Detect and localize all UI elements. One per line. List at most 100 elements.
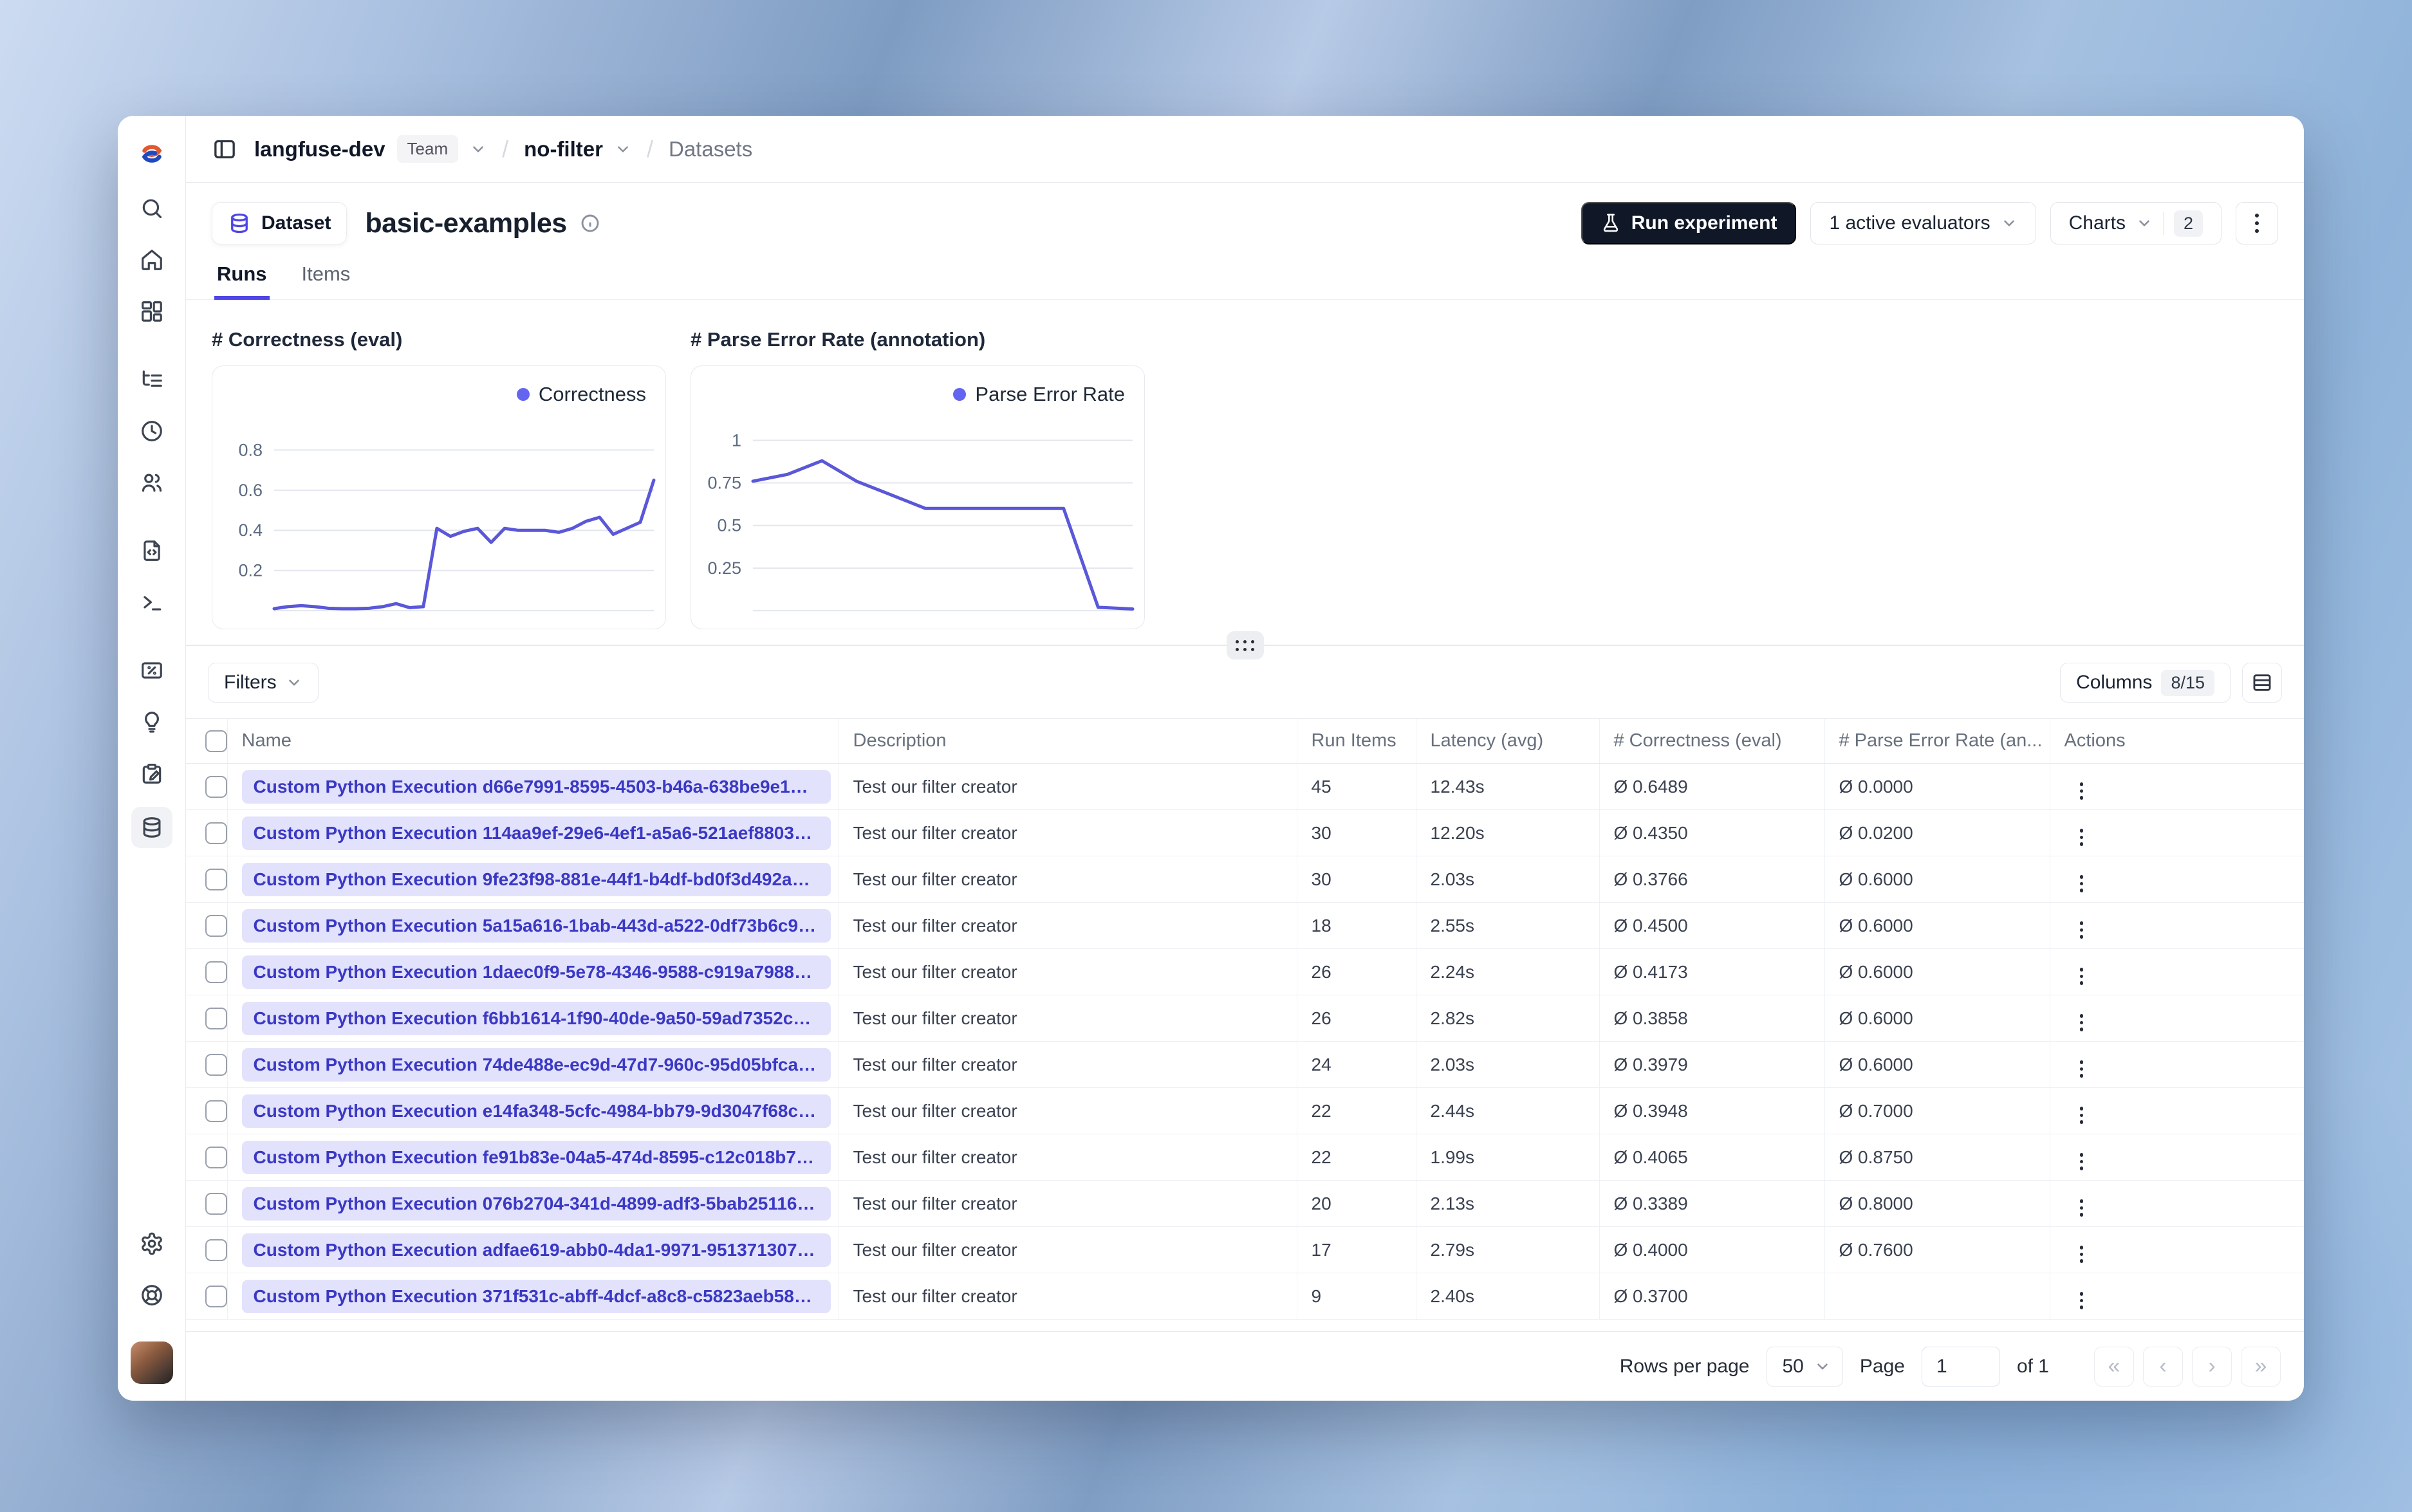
run-name-link[interactable]: Custom Python Execution fe91b83e-04a5-47… (241, 1140, 831, 1174)
last-page-button[interactable]: » (2241, 1346, 2281, 1387)
run-name-link[interactable]: Custom Python Execution 9fe23f98-881e-44… (241, 862, 831, 896)
row-checkbox[interactable] (205, 1007, 227, 1029)
row-actions-button[interactable] (2076, 825, 2088, 850)
button-divider (2162, 212, 2164, 235)
prev-page-button[interactable]: ‹ (2143, 1346, 2183, 1387)
row-checkbox[interactable] (205, 868, 227, 890)
annotation-clipboard-pen-icon[interactable] (138, 759, 166, 788)
run-name-link[interactable]: Custom Python Execution 076b2704-341d-48… (241, 1186, 831, 1221)
row-actions-button[interactable] (2076, 1242, 2088, 1267)
column-header-run-items[interactable]: Run Items (1296, 718, 1416, 764)
prompts-file-code-icon[interactable] (138, 537, 166, 565)
rows-per-page-select[interactable]: 50 (1766, 1346, 1843, 1387)
row-actions-button[interactable] (2076, 1288, 2088, 1313)
sidebar-toggle-icon[interactable] (212, 136, 237, 162)
row-checkbox[interactable] (205, 1192, 227, 1215)
row-checkbox[interactable] (205, 914, 227, 937)
select-all-checkbox[interactable] (205, 730, 227, 752)
row-actions-button[interactable] (2076, 1056, 2088, 1082)
filters-button[interactable]: Filters (208, 663, 319, 703)
column-header-correctness[interactable]: # Correctness (eval) (1599, 718, 1824, 764)
run-name-link[interactable]: Custom Python Execution adfae619-abb0-4d… (241, 1233, 831, 1267)
column-header-parse-error[interactable]: # Parse Error Rate (an... (1824, 718, 2050, 764)
drag-handle[interactable] (1226, 631, 1264, 659)
row-checkbox[interactable] (205, 775, 227, 798)
support-lifebuoy-icon[interactable] (138, 1281, 166, 1309)
datasets-database-icon[interactable] (131, 807, 172, 848)
parse-error-value: Ø 0.7000 (1824, 1087, 2050, 1134)
users-icon[interactable] (138, 468, 166, 497)
row-actions-button[interactable] (2076, 917, 2088, 943)
run-name-link[interactable]: Custom Python Execution 114aa9ef-29e6-4e… (241, 816, 831, 850)
playground-terminal-icon[interactable] (138, 588, 166, 616)
row-actions-button[interactable] (2076, 1010, 2088, 1035)
tab-items[interactable]: Items (299, 263, 353, 299)
tracing-icon[interactable] (138, 365, 166, 394)
breadcrumb-project[interactable]: no-filter (524, 137, 603, 161)
breadcrumb-org[interactable]: langfuse-dev (254, 137, 385, 161)
row-checkbox[interactable] (205, 1239, 227, 1261)
run-name-link[interactable]: Custom Python Execution 5a15a616-1bab-44… (241, 908, 831, 943)
row-checkbox[interactable] (205, 961, 227, 983)
page-title: basic-examples (365, 207, 567, 239)
table-row: Custom Python Execution 371f531c-abff-4d… (186, 1273, 2304, 1320)
row-actions-button[interactable] (2076, 964, 2088, 989)
info-icon[interactable] (580, 213, 600, 234)
settings-gear-icon[interactable] (138, 1230, 166, 1258)
evaluators-screen-icon[interactable] (138, 656, 166, 685)
run-experiment-button[interactable]: Run experiment (1581, 202, 1797, 244)
run-name-link[interactable]: Custom Python Execution e14fa348-5cfc-49… (241, 1094, 831, 1128)
row-checkbox[interactable] (205, 822, 227, 844)
active-evaluators-button[interactable]: 1 active evaluators (1810, 202, 2036, 244)
row-actions-button[interactable] (2076, 1195, 2088, 1221)
row-checkbox[interactable] (205, 1100, 227, 1122)
home-icon[interactable] (138, 246, 166, 274)
charts-toggle-button[interactable]: Charts 2 (2050, 202, 2222, 244)
row-actions-button[interactable] (2076, 871, 2088, 896)
user-avatar[interactable] (130, 1341, 173, 1384)
run-description: Test our filter creator (838, 902, 1297, 949)
column-header-latency[interactable]: Latency (avg) (1415, 718, 1599, 764)
svg-text:0.75: 0.75 (707, 474, 741, 493)
column-header-name[interactable]: Name (227, 718, 839, 764)
latency-value: 2.03s (1415, 1041, 1599, 1088)
columns-button[interactable]: Columns 8/15 (2060, 663, 2231, 703)
database-icon (231, 213, 248, 234)
page-number-input[interactable] (1921, 1346, 2000, 1387)
run-name-link[interactable]: Custom Python Execution d66e7991-8595-45… (241, 770, 831, 804)
sessions-clock-icon[interactable] (138, 417, 166, 445)
row-checkbox[interactable] (205, 1053, 227, 1076)
correctness-value: Ø 0.3948 (1599, 1087, 1824, 1134)
active-evaluators-label: 1 active evaluators (1829, 212, 1990, 234)
chevron-down-icon[interactable] (615, 141, 631, 158)
row-checkbox[interactable] (205, 1146, 227, 1168)
first-page-button[interactable]: « (2094, 1346, 2134, 1387)
top-bar: langfuse-dev Team / no-filter / Datasets (186, 116, 2304, 183)
run-name-link[interactable]: Custom Python Execution f6bb1614-1f90-40… (241, 1001, 831, 1035)
search-icon[interactable] (138, 194, 166, 223)
dashboard-icon[interactable] (138, 297, 166, 326)
latency-value: 2.03s (1415, 856, 1599, 903)
table-row: Custom Python Execution 9fe23f98-881e-44… (186, 856, 2304, 903)
run-name-link[interactable]: Custom Python Execution 74de488e-ec9d-47… (241, 1047, 831, 1082)
next-page-button[interactable]: › (2192, 1346, 2232, 1387)
page-content: Dataset basic-examples Run experiment 1 … (186, 183, 2304, 1401)
row-actions-button[interactable] (2076, 1149, 2088, 1174)
run-items-value: 26 (1296, 948, 1416, 995)
row-actions-button[interactable] (2076, 779, 2088, 804)
run-name-link[interactable]: Custom Python Execution 371f531c-abff-4d… (241, 1279, 831, 1313)
run-items-value: 45 (1296, 763, 1416, 810)
breadcrumb-section[interactable]: Datasets (669, 137, 752, 161)
svg-text:0.6: 0.6 (238, 481, 263, 500)
more-actions-button[interactable] (2236, 202, 2278, 244)
run-description: Test our filter creator (838, 809, 1297, 856)
column-header-description[interactable]: Description (838, 718, 1297, 764)
chevron-down-icon[interactable] (470, 141, 487, 158)
run-name-link[interactable]: Custom Python Execution 1daec0f9-5e78-43… (241, 955, 831, 989)
lightbulb-icon[interactable] (138, 708, 166, 736)
row-actions-button[interactable] (2076, 1103, 2088, 1128)
tab-runs[interactable]: Runs (214, 263, 270, 300)
row-height-button[interactable] (2242, 663, 2282, 703)
row-checkbox[interactable] (205, 1285, 227, 1307)
run-description: Test our filter creator (838, 1273, 1297, 1320)
